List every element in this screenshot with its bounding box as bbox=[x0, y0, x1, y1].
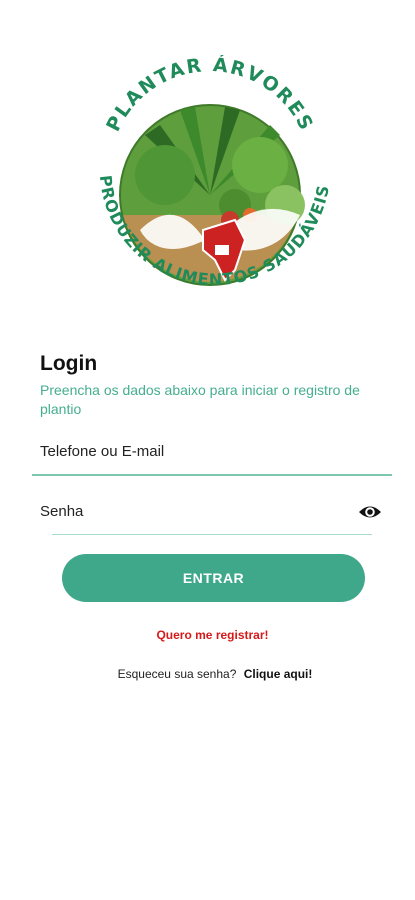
forgot-password-row: Esqueceu sua senha? Clique aqui! bbox=[0, 667, 415, 681]
page-title: Login bbox=[40, 352, 98, 375]
login-button[interactable]: ENTRAR bbox=[62, 554, 365, 602]
eye-icon[interactable] bbox=[358, 502, 382, 522]
forgot-password-text: Esqueceu sua senha? bbox=[117, 667, 237, 681]
phone-email-underline bbox=[32, 474, 392, 476]
phone-email-input[interactable]: Telefone ou E-mail bbox=[40, 443, 380, 460]
logo-emblem: PLANTAR ÁRVORES PRODUZIR ALIMENTOS SAUDÁ… bbox=[96, 55, 332, 289]
forgot-password-link[interactable]: Clique aqui! bbox=[244, 667, 313, 681]
logo: PLANTAR ÁRVORES PRODUZIR ALIMENTOS SAUDÁ… bbox=[85, 55, 335, 305]
page-subtitle: Preencha os dados abaixo para iniciar o … bbox=[40, 382, 360, 417]
register-link[interactable]: Quero me registrar! bbox=[0, 628, 415, 642]
password-underline bbox=[52, 534, 372, 535]
password-input[interactable]: Senha bbox=[40, 503, 380, 520]
